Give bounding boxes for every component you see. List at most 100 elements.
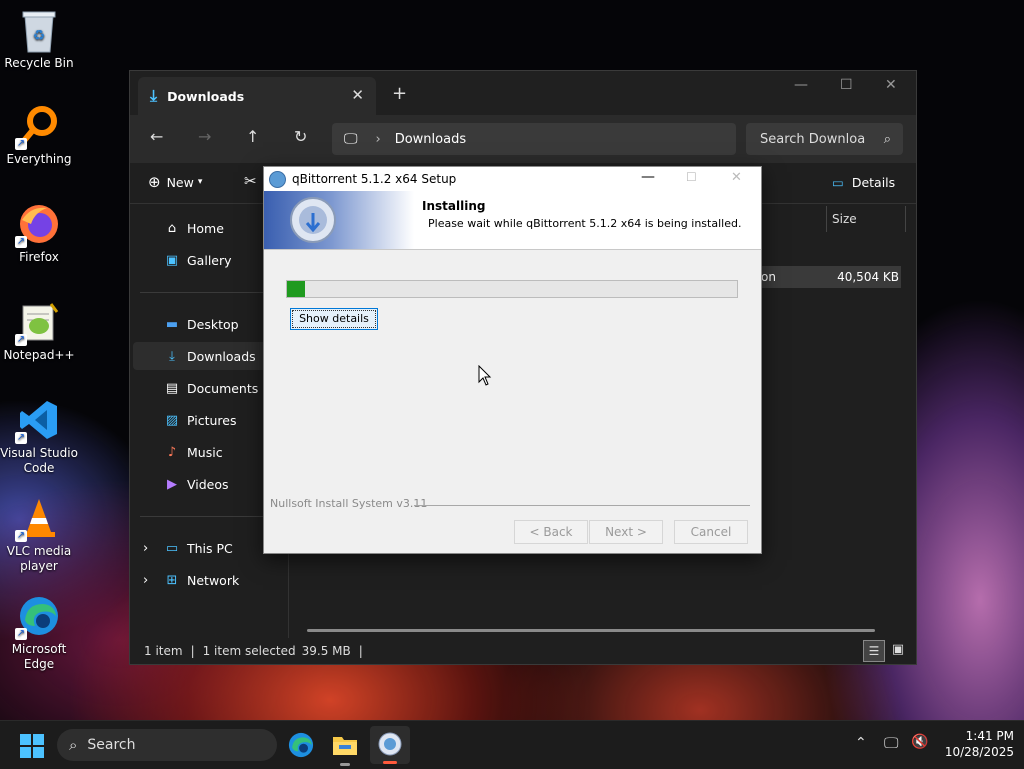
qbittorrent-installer-icon — [378, 732, 402, 756]
everything-search-icon: ↗ — [15, 104, 61, 150]
selected-count: 1 item selected — [202, 644, 296, 658]
firefox-icon: ↗ — [15, 202, 61, 248]
status-separator: | — [358, 644, 363, 658]
sidebar-item-home[interactable]: ⌂ Home — [133, 214, 283, 242]
column-header-size[interactable]: Size — [832, 212, 857, 226]
sidebar-item-downloads[interactable]: ⤓ Downloads — [133, 342, 283, 370]
cancel-button: Cancel — [674, 520, 748, 544]
sidebar-item-label: Desktop — [187, 316, 239, 332]
setup-dialog: qBittorrent 5.1.2 x64 Setup — ☐ ✕ Instal… — [263, 166, 762, 554]
details-button[interactable]: ▭ Details — [832, 175, 895, 190]
desktop-icon-edge[interactable]: ↗ Microsoft Edge — [0, 594, 78, 672]
show-details-label: Show details — [299, 312, 369, 325]
sidebar-item-desktop[interactable]: ▬ Desktop — [133, 310, 283, 338]
sidebar-item-label: Network — [187, 572, 240, 588]
file-name-fragment: on — [761, 270, 776, 284]
sidebar-item-label: Home — [187, 220, 224, 236]
desktop-icon-recycle-bin[interactable]: ♻ Recycle Bin — [0, 8, 78, 71]
new-tab-icon[interactable]: + — [392, 83, 407, 104]
explorer-tabbar: ⤓ Downloads ✕ + — ☐ ✕ — [130, 71, 916, 115]
minimize-icon[interactable]: — — [641, 169, 655, 185]
cut-icon[interactable]: ✂ — [244, 172, 257, 190]
minimize-icon[interactable]: — — [794, 77, 808, 93]
file-size: 40,504 KB — [837, 270, 899, 284]
back-label: < Back — [529, 525, 573, 539]
monitor-icon: 🖵 — [344, 131, 358, 147]
desktop-icon-label: Recycle Bin — [4, 56, 74, 70]
desktop-icon-notepadpp[interactable]: ↗ Notepad++ — [0, 300, 78, 363]
desktop-folder-icon: ▬ — [165, 316, 179, 332]
close-tab-icon[interactable]: ✕ — [351, 86, 364, 104]
shortcut-arrow-icon: ↗ — [15, 236, 27, 248]
desktop-icon-vscode[interactable]: ↗ Visual Studio Code — [0, 398, 78, 476]
nsis-version-label: Nullsoft Install System v3.11 — [270, 497, 432, 510]
sidebar-item-label: Downloads — [187, 348, 256, 364]
sidebar-item-label: Music — [187, 444, 223, 460]
shortcut-arrow-icon: ↗ — [15, 530, 27, 542]
chevron-right-icon[interactable]: › — [143, 541, 148, 556]
new-button[interactable]: ⊕ New ▾ — [148, 173, 202, 191]
installer-banner — [264, 191, 414, 249]
column-divider — [905, 206, 906, 232]
taskbar-file-explorer[interactable] — [331, 731, 359, 766]
details-view-icon[interactable]: ☰ — [863, 640, 885, 662]
file-row-selected[interactable]: on 40,504 KB — [759, 266, 901, 288]
desktop-icon-firefox[interactable]: ↗ Firefox — [0, 202, 78, 265]
search-icon: ⌕ — [69, 736, 78, 754]
sidebar-item-this-pc[interactable]: › ▭ This PC — [133, 534, 283, 562]
volume-muted-icon[interactable]: 🔇 — [911, 734, 928, 750]
qbittorrent-app-icon — [269, 170, 286, 188]
folder-icon — [333, 737, 357, 755]
clock[interactable]: 1:41 PM 10/28/2025 — [930, 728, 1014, 760]
search-input[interactable]: Search Downloa — [760, 132, 884, 147]
tab-label: Downloads — [167, 88, 245, 104]
sidebar-item-documents[interactable]: ▤ Documents — [133, 374, 283, 402]
plus-circle-icon: ⊕ — [148, 173, 161, 191]
clock-date: 10/28/2025 — [944, 745, 1014, 759]
document-icon: ▤ — [165, 380, 179, 396]
cancel-label: Cancel — [690, 525, 732, 539]
search-box[interactable]: Search Downloa ⌕ — [746, 123, 903, 155]
chevron-down-icon: ▾ — [197, 177, 203, 187]
chevron-up-icon[interactable]: ⌃ — [855, 735, 867, 751]
desktop-icon-everything[interactable]: ↗ Everything — [0, 104, 78, 167]
maximize-icon: ☐ — [686, 170, 697, 184]
desktop-icon-label: VLC media player — [6, 544, 72, 573]
active-indicator — [383, 761, 397, 764]
taskbar-qbittorrent[interactable] — [370, 726, 410, 764]
start-button[interactable] — [20, 734, 44, 758]
sidebar-item-gallery[interactable]: ▣ Gallery — [133, 246, 283, 274]
installer-disc-icon — [290, 197, 336, 243]
dialog-title: qBittorrent 5.1.2 x64 Setup — [292, 172, 457, 186]
tiles-view-icon[interactable]: ▣ — [888, 640, 908, 660]
horizontal-scrollbar[interactable] — [307, 629, 875, 632]
refresh-icon[interactable]: ↻ — [294, 127, 307, 146]
sidebar-item-pictures[interactable]: ▨ Pictures — [133, 406, 283, 434]
desktop-icon-vlc[interactable]: ↗ VLC media player — [0, 496, 78, 574]
network-status-icon[interactable]: 🖵 — [884, 734, 898, 752]
address-bar[interactable]: 🖵 › Downloads — [332, 123, 736, 155]
sidebar-item-videos[interactable]: ▶ Videos — [133, 470, 283, 498]
sidebar-item-label: Videos — [187, 476, 229, 492]
shortcut-arrow-icon: ↗ — [15, 334, 27, 346]
divider — [140, 292, 280, 293]
address-segment-downloads[interactable]: Downloads — [395, 132, 466, 147]
taskbar-edge[interactable] — [287, 731, 315, 759]
sidebar-item-music[interactable]: ♪ Music — [133, 438, 283, 466]
close-window-icon[interactable]: ✕ — [885, 77, 897, 93]
desktop-icon-label: Everything — [6, 152, 72, 166]
video-icon: ▶ — [167, 476, 177, 492]
show-details-button[interactable]: Show details — [290, 308, 378, 330]
recycle-bin-icon: ♻ — [17, 8, 61, 53]
shortcut-arrow-icon: ↗ — [15, 628, 27, 640]
tab-downloads[interactable]: ⤓ Downloads ✕ — [138, 77, 376, 115]
up-arrow-icon[interactable]: ↑ — [246, 127, 259, 146]
back-arrow-icon[interactable]: ← — [150, 127, 163, 146]
forward-arrow-icon[interactable]: → — [198, 127, 211, 146]
taskbar-search[interactable]: ⌕ Search — [57, 729, 277, 761]
maximize-icon[interactable]: ☐ — [840, 77, 853, 93]
sidebar-item-network[interactable]: › ⊞ Network — [133, 566, 283, 594]
next-label: Next > — [605, 525, 647, 539]
vlc-cone-icon: ↗ — [15, 496, 61, 542]
chevron-right-icon[interactable]: › — [143, 573, 148, 588]
